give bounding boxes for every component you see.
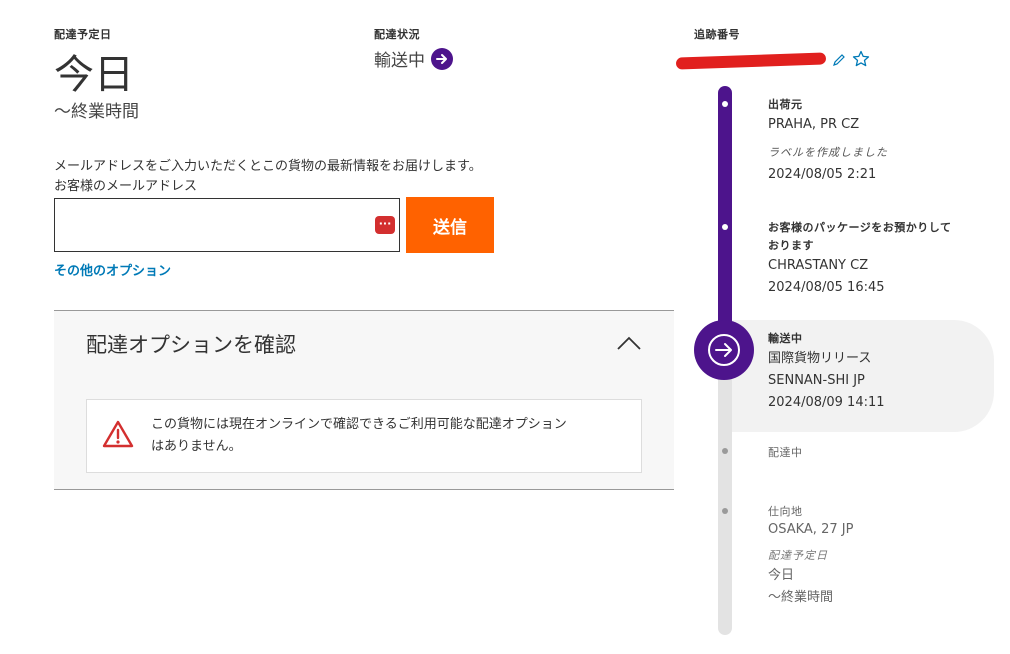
event-location: CHRASTANY CZ bbox=[768, 258, 869, 273]
arrow-right-icon[interactable] bbox=[431, 47, 453, 70]
timeline-event-picked-up: お客様のパッケージをお預かりして おります CHRASTANY CZ 2024/… bbox=[768, 219, 951, 299]
delivery-date-value: 今日 bbox=[54, 52, 134, 98]
warning-line-2: はありません。 bbox=[151, 439, 242, 454]
current-status-icon bbox=[694, 320, 754, 380]
event-title: 仕向地 bbox=[768, 505, 803, 518]
timeline-dot bbox=[722, 224, 728, 230]
delivery-date-label: 配達予定日 bbox=[54, 28, 112, 41]
timeline-dot bbox=[722, 508, 728, 514]
delivery-options-panel: 配達オプションを確認 この貨物には現在オンラインで確認できるご利用可能な配達オプ… bbox=[54, 310, 674, 490]
event-location: SENNAN-SHI JP bbox=[768, 373, 865, 388]
redacted-tracking-number bbox=[675, 52, 827, 70]
timeline-dot bbox=[722, 448, 728, 454]
event-title: 配達中 bbox=[768, 446, 803, 459]
timeline-event-out-for-delivery: 配達中 bbox=[768, 444, 803, 460]
email-prompt: メールアドレスをご入力いただくとこの貨物の最新情報をお届けします。 bbox=[54, 159, 482, 174]
event-datetime: 2024/08/05 2:21 bbox=[768, 167, 877, 182]
email-input[interactable] bbox=[54, 198, 400, 252]
other-options-link[interactable]: その他のオプション bbox=[54, 260, 171, 279]
timeline-dot bbox=[722, 101, 728, 107]
no-options-warning: この貨物には現在オンラインで確認できるご利用可能な配達オプション はありません。 bbox=[86, 399, 642, 473]
event-title-line-2: おります bbox=[768, 239, 814, 252]
timeline-rail-complete bbox=[718, 86, 732, 356]
event-title-line-1: お客様のパッケージをお預かりして bbox=[768, 221, 952, 234]
warning-line-1: この貨物には現在オンラインで確認できるご利用可能な配達オプション bbox=[151, 417, 567, 432]
send-button[interactable]: 送信 bbox=[406, 197, 494, 253]
timeline-rail-pending bbox=[718, 355, 732, 635]
delivery-status-value: 輸送中 bbox=[374, 51, 425, 71]
timeline-event-origin: 出荷元 PRAHA, PR CZ ラベルを作成しました 2024/08/05 2… bbox=[768, 96, 888, 186]
event-date: 今日 bbox=[768, 568, 795, 583]
password-manager-icon[interactable]: ··· bbox=[375, 216, 395, 234]
event-title: 出荷元 bbox=[768, 98, 803, 111]
event-location: OSAKA, 27 JP bbox=[768, 522, 854, 537]
chevron-up-icon[interactable] bbox=[616, 335, 642, 355]
pencil-icon[interactable] bbox=[832, 52, 846, 71]
event-time: ～終業時間 bbox=[768, 590, 834, 605]
tracking-number-label: 追跡番号 bbox=[694, 28, 740, 41]
event-datetime: 2024/08/05 16:45 bbox=[768, 280, 885, 295]
delivery-status: 輸送中 bbox=[374, 46, 453, 71]
timeline-event-in-transit: 輸送中 国際貨物リリース SENNAN-SHI JP 2024/08/09 14… bbox=[768, 330, 885, 414]
event-note: ラベルを作成しました bbox=[768, 146, 888, 159]
event-detail: 国際貨物リリース bbox=[768, 351, 872, 366]
email-field-label: お客様のメールアドレス bbox=[54, 179, 198, 194]
warning-text: この貨物には現在オンラインで確認できるご利用可能な配達オプション はありません。 bbox=[151, 414, 567, 458]
event-title: 輸送中 bbox=[768, 332, 803, 345]
event-location: PRAHA, PR CZ bbox=[768, 117, 860, 132]
star-icon[interactable] bbox=[852, 50, 870, 72]
event-note: 配達予定日 bbox=[768, 549, 828, 562]
tracking-number-row bbox=[675, 50, 870, 72]
timeline-event-destination: 仕向地 OSAKA, 27 JP 配達予定日 今日 ～終業時間 bbox=[768, 503, 853, 609]
warning-icon bbox=[101, 419, 135, 453]
delivery-options-title[interactable]: 配達オプションを確認 bbox=[86, 329, 296, 359]
delivery-time-value: ～終業時間 bbox=[54, 102, 139, 122]
delivery-status-label: 配達状況 bbox=[374, 28, 420, 41]
event-datetime: 2024/08/09 14:11 bbox=[768, 395, 885, 410]
